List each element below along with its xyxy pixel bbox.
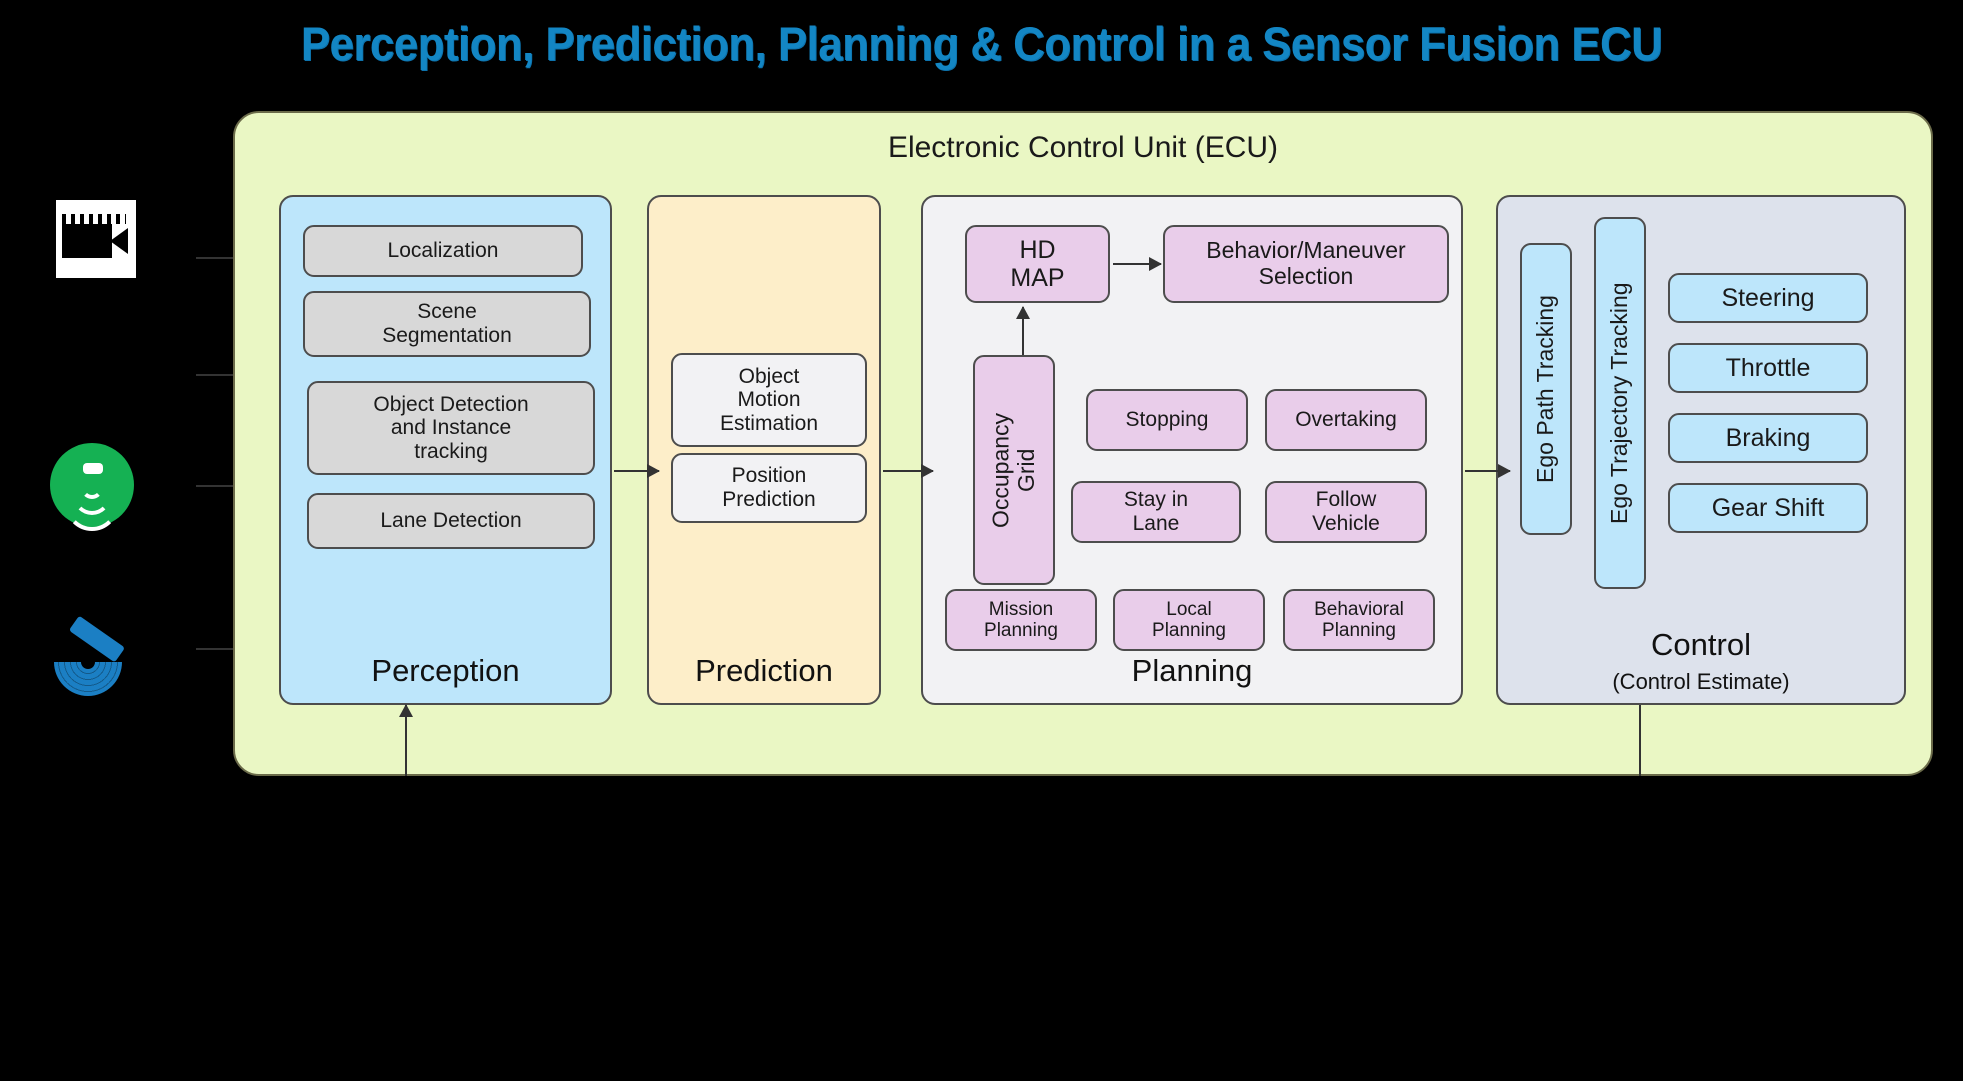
planning-local-planning[interactable]: Local Planning xyxy=(1113,589,1265,651)
perception-item-localization[interactable]: Localization xyxy=(303,225,583,277)
occupancy-to-hd-map-arrow xyxy=(1016,306,1030,355)
perception-item-object-detection[interactable]: Object Detection and Instance tracking xyxy=(307,381,595,475)
perception-feedback-arrow xyxy=(399,704,413,776)
control-ego-trajectory-tracking[interactable]: Ego Trajectory Tracking xyxy=(1594,217,1646,589)
prediction-label: Prediction xyxy=(695,653,833,688)
prediction-item-position-prediction[interactable]: Position Prediction xyxy=(671,453,867,523)
planning-behavioral-planning[interactable]: Behavioral Planning xyxy=(1283,589,1435,651)
perception-item-lane-detection[interactable]: Lane Detection xyxy=(307,493,595,549)
camera-body xyxy=(62,224,112,258)
radar-emitter xyxy=(83,463,103,474)
planning-to-control-arrow xyxy=(1465,464,1511,478)
hd-map-to-behavior-arrow xyxy=(1113,257,1162,271)
control-actuator-steering[interactable]: Steering xyxy=(1668,273,1868,323)
camera-teeth xyxy=(62,214,126,224)
prediction-item-object-motion-estimation[interactable]: Object Motion Estimation xyxy=(671,353,867,447)
diagram-canvas: Perception, Prediction, Planning & Contr… xyxy=(0,0,1963,1081)
radar-wave-icon xyxy=(50,443,134,531)
page-title: Perception, Prediction, Planning & Contr… xyxy=(300,17,1663,70)
camera-icon xyxy=(56,200,136,278)
control-actuator-throttle[interactable]: Throttle xyxy=(1668,343,1868,393)
planning-maneuver-stopping[interactable]: Stopping xyxy=(1086,389,1248,451)
perception-label: Perception xyxy=(371,653,520,688)
planning-occupancy-grid[interactable]: Occupancy Grid xyxy=(973,355,1055,585)
lidar-hub xyxy=(81,655,95,669)
planning-maneuver-follow-vehicle[interactable]: Follow Vehicle xyxy=(1265,481,1427,543)
planning-behavior-maneuver-selection[interactable]: Behavior/Maneuver Selection xyxy=(1163,225,1449,303)
camera-lens xyxy=(110,228,128,254)
perception-item-scene-segmentation[interactable]: Scene Segmentation xyxy=(303,291,591,357)
prediction-to-planning-arrow xyxy=(883,464,934,478)
perception-block[interactable]: Localization Scene Segmentation Object D… xyxy=(279,195,612,705)
planning-maneuver-stay-in-lane[interactable]: Stay in Lane xyxy=(1071,481,1241,543)
control-actuator-braking[interactable]: Braking xyxy=(1668,413,1868,463)
control-block[interactable]: Ego Path Tracking Ego Trajectory Trackin… xyxy=(1496,195,1906,705)
lidar-beam xyxy=(68,615,126,663)
ecu-container: Electronic Control Unit (ECU) Localizati… xyxy=(233,111,1933,776)
ecu-title: Electronic Control Unit (ECU) xyxy=(887,131,1279,164)
perception-to-prediction-arrow xyxy=(614,464,660,478)
radar-arc-outer xyxy=(65,477,119,531)
lidar-scan-icon xyxy=(48,608,136,696)
control-actuator-gear-shift[interactable]: Gear Shift xyxy=(1668,483,1868,533)
control-feedback-line xyxy=(1639,705,1641,776)
control-sublabel: (Control Estimate) xyxy=(1612,669,1790,694)
control-label: Control xyxy=(1651,627,1751,662)
planning-block[interactable]: HD MAP Behavior/Maneuver Selection Occup… xyxy=(921,195,1463,705)
prediction-block[interactable]: Object Motion Estimation Position Predic… xyxy=(647,195,881,705)
planning-hd-map[interactable]: HD MAP xyxy=(965,225,1110,303)
control-ego-path-tracking[interactable]: Ego Path Tracking xyxy=(1520,243,1572,535)
planning-label: Planning xyxy=(1131,653,1253,688)
planning-maneuver-overtaking[interactable]: Overtaking xyxy=(1265,389,1427,451)
planning-mission-planning[interactable]: Mission Planning xyxy=(945,589,1097,651)
